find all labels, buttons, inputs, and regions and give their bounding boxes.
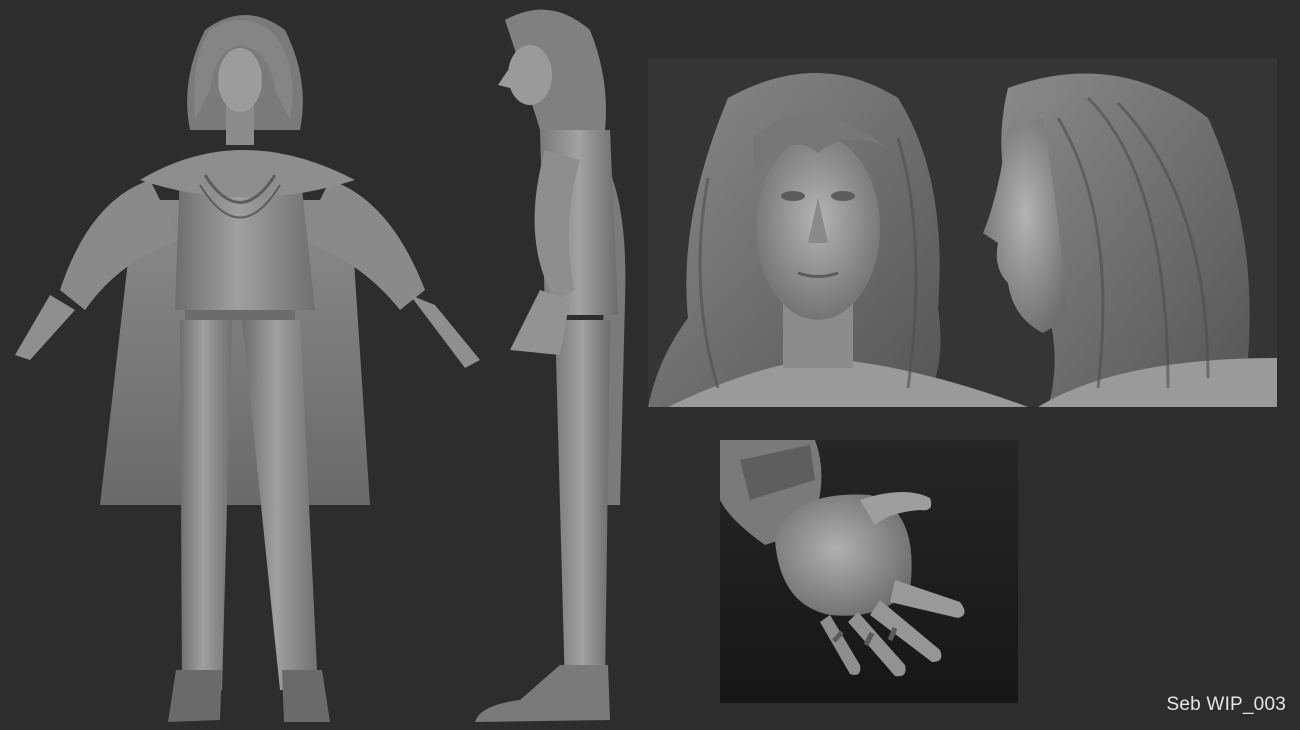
side-boot bbox=[475, 665, 610, 722]
head-closeup-panel bbox=[648, 58, 1277, 407]
sculpt-sheet: Seb WIP_003 bbox=[0, 0, 1300, 730]
side-hand bbox=[510, 290, 570, 355]
hand-closeup-panel bbox=[720, 440, 1018, 703]
face bbox=[218, 48, 262, 112]
leg-left bbox=[180, 320, 232, 690]
side-nose bbox=[498, 70, 510, 88]
image-caption: Seb WIP_003 bbox=[1166, 694, 1286, 715]
hand-left bbox=[15, 295, 75, 360]
capelet bbox=[140, 150, 355, 198]
hand-closeup-svg bbox=[720, 440, 1018, 703]
boot-left bbox=[168, 670, 222, 722]
side-head bbox=[508, 45, 552, 105]
head-front-eye-right bbox=[831, 191, 855, 201]
head-closeup-svg bbox=[648, 73, 1277, 407]
boot-right bbox=[282, 670, 330, 722]
front-figure-svg bbox=[15, 15, 480, 722]
front-view-figure bbox=[0, 0, 480, 730]
side-view-figure bbox=[460, 0, 660, 730]
side-figure-svg bbox=[475, 9, 626, 722]
side-leg bbox=[555, 320, 610, 690]
head-front-eye-left bbox=[781, 191, 805, 201]
